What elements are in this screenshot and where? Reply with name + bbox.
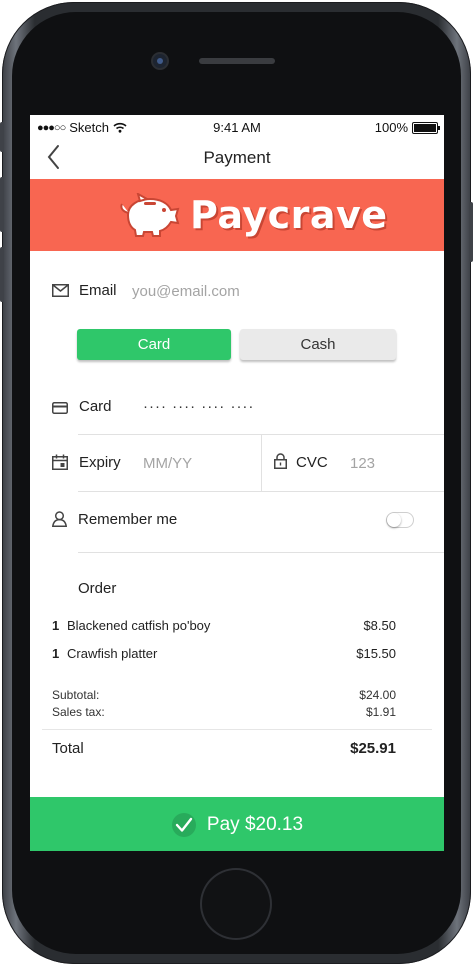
divider [78, 491, 444, 492]
divider [78, 552, 444, 553]
payment-screen: ●●●○○ Sketch 9:41 AM 100% Payment Paycra… [30, 115, 444, 851]
card-label: Card [79, 398, 112, 415]
volume-up-button [0, 177, 4, 232]
total-value: $25.91 [350, 740, 396, 757]
cash-option-button[interactable]: Cash [240, 329, 396, 360]
expiry-field[interactable]: MM/YY [143, 455, 253, 472]
calendar-icon [52, 454, 68, 470]
brand-banner: Paycrave [30, 179, 444, 251]
item-price: $8.50 [363, 618, 396, 633]
earpiece-speaker [199, 58, 275, 64]
subtotal-label: Subtotal: [52, 688, 100, 702]
checkmark-icon [171, 813, 196, 837]
remember-me-label: Remember me [78, 511, 178, 528]
credit-card-icon [52, 402, 68, 414]
power-button [469, 202, 473, 262]
expiry-cvc-divider [261, 435, 262, 491]
cvc-label: CVC [296, 454, 328, 471]
piggy-bank-icon [120, 193, 180, 237]
page-title: Payment [203, 148, 271, 167]
volume-down-button [0, 247, 4, 302]
brand-logo: Paycrave [116, 193, 388, 237]
item-name: Blackened catfish po'boy [67, 618, 211, 633]
email-label: Email [79, 282, 117, 299]
item-price: $15.50 [356, 646, 396, 661]
total-divider [42, 729, 432, 730]
remember-me-toggle[interactable] [386, 512, 414, 528]
sales-tax-label: Sales tax: [52, 705, 105, 719]
subtotal-value: $24.00 [359, 688, 396, 702]
card-number-field[interactable]: ···· ···· ···· ···· [143, 398, 393, 415]
order-title: Order [78, 580, 117, 597]
mute-switch [0, 122, 4, 152]
total-label: Total [52, 740, 84, 757]
item-quantity: 1 [52, 646, 60, 661]
front-camera [153, 54, 167, 68]
item-name: Crawfish platter [67, 646, 158, 661]
pay-button[interactable]: Pay $20.13 [30, 797, 444, 851]
item-quantity: 1 [52, 618, 60, 633]
cvc-field[interactable]: 123 [350, 455, 420, 472]
envelope-icon [52, 284, 69, 297]
navigation-bar: Payment [30, 137, 444, 179]
status-bar: ●●●○○ Sketch 9:41 AM 100% [30, 115, 444, 137]
user-icon [52, 511, 67, 527]
email-field[interactable]: you@email.com [132, 283, 402, 300]
sales-tax-value: $1.91 [365, 705, 396, 719]
home-button[interactable] [202, 870, 270, 938]
pay-button-label: Pay $20.13 [206, 814, 304, 835]
lock-icon [274, 453, 287, 469]
battery-icon [412, 121, 440, 134]
brand-name: Paycrave [190, 193, 388, 237]
battery-percent: 100% [374, 120, 408, 135]
card-option-button[interactable]: Card [77, 329, 231, 360]
expiry-label: Expiry [79, 454, 121, 471]
